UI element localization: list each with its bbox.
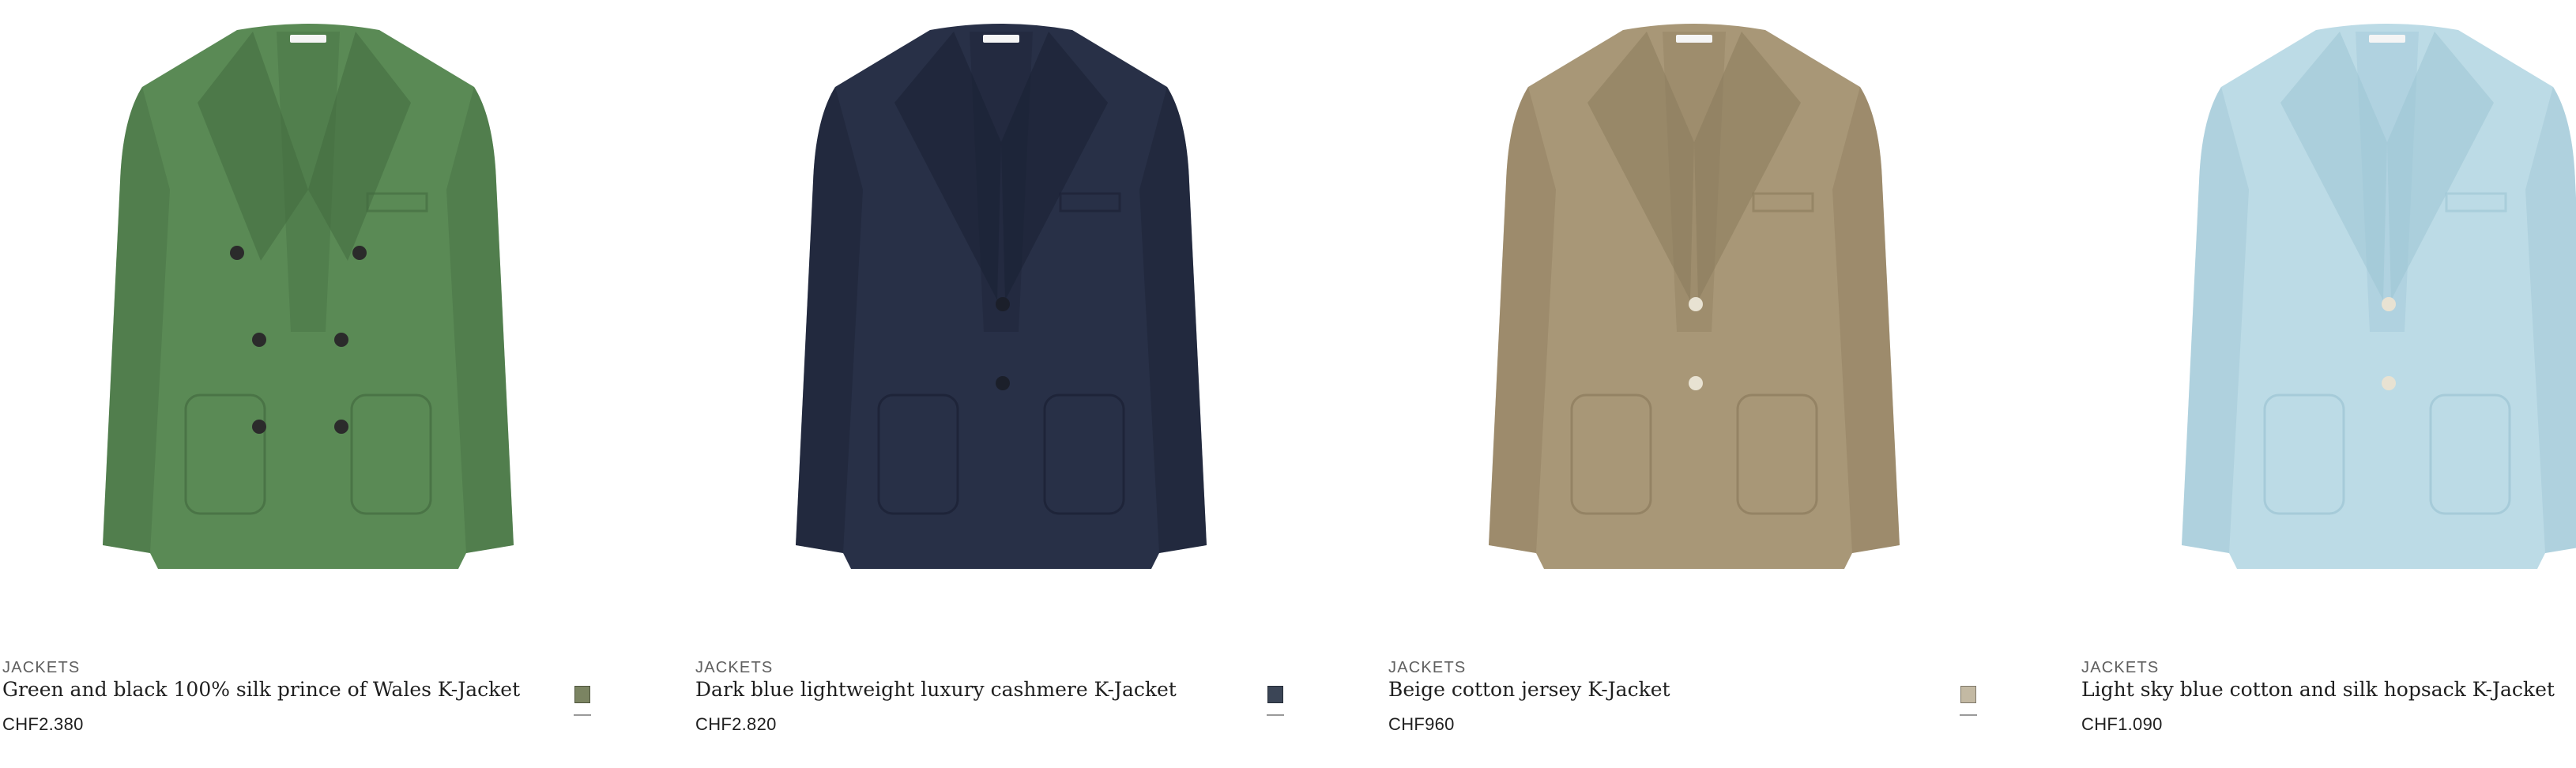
product-card[interactable]: JACKETS Dark blue lightweight luxury cas… bbox=[693, 0, 1309, 768]
product-title[interactable]: Beige cotton jersey K-Jacket bbox=[1388, 678, 1934, 701]
product-category: JACKETS bbox=[2, 659, 81, 676]
product-category: JACKETS bbox=[1388, 659, 1467, 676]
button-detail bbox=[2382, 376, 2396, 390]
product-title[interactable]: Light sky blue cotton and silk hopsack K… bbox=[2081, 678, 2576, 701]
button-detail bbox=[230, 246, 244, 260]
color-swatch[interactable] bbox=[574, 686, 590, 703]
product-card[interactable]: JACKETS Light sky blue cotton and silk h… bbox=[2079, 0, 2576, 768]
button-detail bbox=[252, 333, 266, 347]
product-card[interactable]: JACKETS Green and black 100% silk prince… bbox=[0, 0, 616, 768]
button-detail bbox=[334, 420, 348, 434]
label-tag bbox=[290, 35, 326, 43]
product-price: CHF2.380 bbox=[2, 714, 84, 734]
button-detail bbox=[996, 297, 1010, 311]
button-detail bbox=[2382, 297, 2396, 311]
product-price: CHF960 bbox=[1388, 714, 1455, 734]
product-image[interactable] bbox=[0, 0, 616, 616]
button-detail bbox=[352, 246, 367, 260]
label-tag bbox=[983, 35, 1019, 43]
selected-swatch-indicator bbox=[574, 714, 591, 716]
product-title[interactable]: Dark blue lightweight luxury cashmere K-… bbox=[695, 678, 1241, 701]
button-detail bbox=[996, 376, 1010, 390]
label-tag bbox=[2369, 35, 2405, 43]
button-detail bbox=[1689, 297, 1703, 311]
product-image[interactable] bbox=[2079, 0, 2576, 616]
product-price: CHF2.820 bbox=[695, 714, 777, 734]
product-price: CHF1.090 bbox=[2081, 714, 2163, 734]
color-swatch[interactable] bbox=[1267, 686, 1283, 703]
product-title[interactable]: Green and black 100% silk prince of Wale… bbox=[2, 678, 548, 701]
product-category: JACKETS bbox=[2081, 659, 2160, 676]
product-category: JACKETS bbox=[695, 659, 774, 676]
product-grid: JACKETS Green and black 100% silk prince… bbox=[0, 0, 2576, 768]
product-card[interactable]: JACKETS Beige cotton jersey K-Jacket CHF… bbox=[1386, 0, 2002, 768]
product-image[interactable] bbox=[693, 0, 1309, 616]
button-detail bbox=[334, 333, 348, 347]
color-swatch[interactable] bbox=[1960, 686, 1976, 703]
selected-swatch-indicator bbox=[1267, 714, 1284, 716]
button-detail bbox=[252, 420, 266, 434]
selected-swatch-indicator bbox=[1960, 714, 1977, 716]
label-tag bbox=[1676, 35, 1712, 43]
button-detail bbox=[1689, 376, 1703, 390]
product-image[interactable] bbox=[1386, 0, 2002, 616]
